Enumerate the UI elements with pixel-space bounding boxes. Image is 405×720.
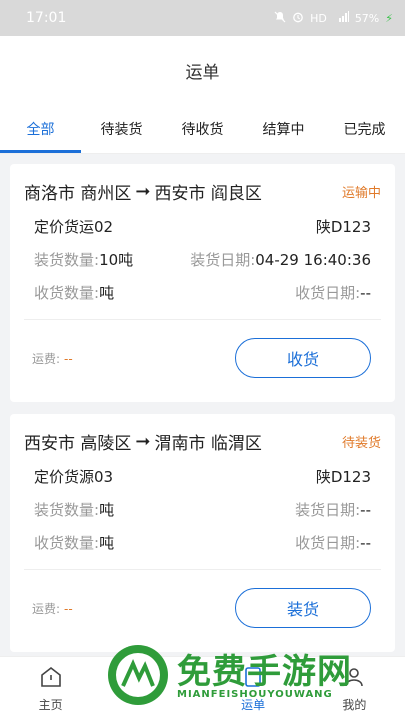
fee-value: -- — [64, 601, 73, 616]
tab-settling[interactable]: 结算中 — [243, 104, 324, 153]
tab-to-load[interactable]: 待装货 — [81, 104, 162, 153]
order-route: 商洛市 商州区 ➞ 西安市 阎良区 — [24, 179, 262, 204]
page-header: 运单 — [0, 36, 405, 104]
charging-icon: ⚡ — [385, 11, 393, 25]
tab-all[interactable]: 全部 — [0, 104, 81, 153]
watermark-title: 免费手游网 — [177, 651, 352, 692]
load-qty-value: 吨 — [99, 501, 115, 519]
nav-home[interactable]: 主页 — [0, 657, 101, 720]
recv-qty-value: 吨 — [99, 284, 115, 302]
bell-off-icon — [274, 11, 286, 26]
watermark-logo-icon — [105, 642, 171, 712]
order-tabs: 全部 待装货 待收货 结算中 已完成 — [0, 104, 405, 154]
load-date-label: 装货日期: — [190, 251, 256, 269]
load-date-value: -- — [360, 501, 371, 519]
load-date-label: 装货日期: — [295, 501, 361, 519]
battery-level: 57% — [354, 11, 380, 25]
recv-qty-value: 吨 — [99, 534, 115, 552]
order-card[interactable]: 商洛市 商州区 ➞ 西安市 阎良区 运输中 定价货运02 陕D123 装货数量:… — [10, 164, 395, 402]
route-from: 商洛市 商州区 — [24, 183, 132, 204]
page-title: 运单 — [185, 62, 220, 83]
tab-completed[interactable]: 已完成 — [324, 104, 405, 153]
load-qty-value: 10吨 — [99, 251, 134, 269]
signal-icon — [333, 11, 349, 25]
load-qty-label: 装货数量: — [34, 251, 100, 269]
receive-button[interactable]: 收货 — [235, 338, 371, 378]
plate-number: 陕D123 — [315, 218, 371, 236]
recv-qty-label: 收货数量: — [34, 534, 100, 552]
route-from: 西安市 高陵区 — [24, 433, 132, 454]
recv-date-label: 收货日期: — [295, 284, 361, 302]
load-button[interactable]: 装货 — [235, 588, 371, 628]
arrow-right-icon: ➞ — [135, 430, 151, 452]
load-date-value: 04-29 16:40:36 — [255, 251, 371, 269]
status-badge: 待装货 — [341, 435, 381, 451]
order-route: 西安市 高陵区 ➞ 渭南市 临渭区 — [24, 429, 262, 454]
freight-fee: 运费: -- — [32, 350, 73, 367]
status-badge: 运输中 — [341, 185, 381, 201]
alarm-icon — [292, 11, 304, 26]
tab-to-receive[interactable]: 待收货 — [162, 104, 243, 153]
goods-name: 定价货运02 — [34, 218, 114, 236]
home-icon — [39, 665, 63, 692]
watermark: 免费手游网 MIANFEISHOUYOUWANG — [105, 642, 352, 712]
fee-label: 运费: — [32, 351, 61, 366]
status-icons: HD 57% ⚡ — [274, 11, 393, 26]
recv-date-label: 收货日期: — [295, 534, 361, 552]
plate-number: 陕D123 — [315, 468, 371, 486]
arrow-right-icon: ➞ — [135, 180, 151, 202]
watermark-subtitle: MIANFEISHOUYOUWANG — [177, 688, 333, 700]
network-type: HD — [310, 11, 327, 25]
order-list: 商洛市 商州区 ➞ 西安市 阎良区 运输中 定价货运02 陕D123 装货数量:… — [0, 154, 405, 652]
nav-home-label: 主页 — [38, 697, 63, 712]
fee-value: -- — [64, 351, 73, 366]
fee-label: 运费: — [32, 601, 61, 616]
freight-fee: 运费: -- — [32, 600, 73, 617]
status-bar: 17:01 HD 57% ⚡ — [0, 0, 405, 36]
load-qty-label: 装货数量: — [34, 501, 100, 519]
recv-qty-label: 收货数量: — [34, 284, 100, 302]
order-card[interactable]: 西安市 高陵区 ➞ 渭南市 临渭区 待装货 定价货源03 陕D123 装货数量:… — [10, 414, 395, 652]
status-time: 17:01 — [26, 10, 67, 26]
recv-date-value: -- — [360, 534, 371, 552]
route-to: 渭南市 临渭区 — [154, 433, 262, 454]
route-to: 西安市 阎良区 — [154, 183, 262, 204]
recv-date-value: -- — [360, 284, 371, 302]
goods-name: 定价货源03 — [34, 468, 114, 486]
